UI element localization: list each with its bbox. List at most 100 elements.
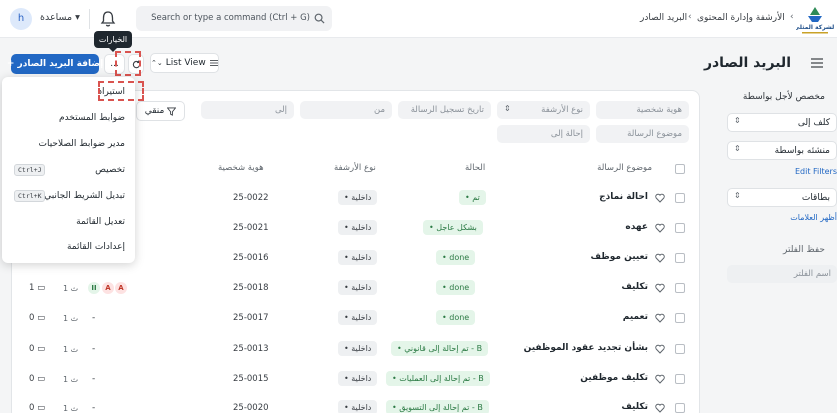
select-arrows-icon: ⇕ [734,116,741,125]
row-title[interactable]: احالة نماذج [599,192,648,202]
from-filter-placeholder: من [373,105,385,115]
identity-filter[interactable]: هوية شخصية [596,101,689,119]
show-tags-link[interactable]: أظهر العلامات [790,213,837,222]
subject-filter[interactable]: موضوع الرسالة [596,125,689,143]
filter-button-label: منقي [144,106,165,116]
company-logo[interactable]: الشركة المثلى [796,4,834,36]
sidebar-toggle-icon[interactable] [811,58,823,68]
row-checkbox[interactable] [675,283,685,293]
edit-filters-link[interactable]: Edit Filters [795,167,837,176]
search-bar[interactable]: Search or type a command (Ctrl + G) [136,6,332,31]
comment-count[interactable]: 1 ▭ [29,283,45,293]
row-checkbox[interactable] [675,374,685,384]
tags-value: بطاقات [801,193,830,203]
breadcrumb-outgoing-mail[interactable]: البريد الصادر [640,13,687,23]
sidebar-assigned-label: مخصص لأجل بواسطة [742,92,825,102]
type-badge: • داخلية [338,400,378,413]
comment-count[interactable]: 0 ▭ [29,374,45,384]
menu-item-user-permissions[interactable]: ضوابط المستخدم [59,113,125,123]
status-badge: • تم إحالة إلى قانوني - B [391,341,489,356]
comment-count-value: 0 [29,403,35,413]
type-badge: • داخلية [338,220,378,235]
row-identity: 25-0022 [233,193,269,203]
comment-icon: ▭ [37,313,46,323]
comment-icon: ▭ [37,374,46,384]
svg-text:الشركة المثلى: الشركة المثلى [796,24,834,31]
date-filter[interactable]: تاريخ تسجيل الرسالة [398,101,491,119]
column-header-subject[interactable]: موضوع الرسالة [597,163,652,173]
from-filter[interactable]: من [300,101,392,119]
heart-icon[interactable] [655,283,665,293]
row-title[interactable]: بشأن تجديد عقود الموظفين [524,343,648,353]
row-assignee-empty: - [92,374,96,384]
comment-count[interactable]: 0 ▭ [29,313,45,323]
user-avatar[interactable]: h [10,8,32,30]
navbar-divider [89,9,90,29]
status-badge: • done [436,310,476,325]
row-modified: 1 ث [63,345,79,354]
row-checkbox[interactable] [675,193,685,203]
sidebar-by-label: بواسطة [742,92,776,102]
heart-icon[interactable] [655,253,665,263]
row-title[interactable]: تكليف [621,402,648,412]
assignee-avatar[interactable]: A [102,282,114,294]
heart-icon[interactable] [655,403,665,413]
row-modified: 1 ث [63,314,79,323]
row-identity: 25-0013 [233,344,269,354]
comment-count[interactable]: 0 ▭ [29,403,45,413]
filter-button[interactable]: منقي [136,101,185,121]
created-by-select[interactable]: منشئه بواسطة ⇕ [727,141,837,160]
heart-icon[interactable] [655,193,665,203]
row-checkbox[interactable] [675,403,685,413]
type-badge: • داخلية [338,310,378,325]
column-header-status[interactable]: الحالة [465,163,485,173]
assigned-to-select[interactable]: كلف إلى ⇕ [727,113,837,132]
row-checkbox[interactable] [675,313,685,323]
menu-item-toggle-sidebar[interactable]: تبديل الشريط الجانبي [44,191,125,201]
row-checkbox[interactable] [675,344,685,354]
row-title[interactable]: تعيين موظف [591,252,648,262]
menu-item-customize[interactable]: تخصيص [95,165,125,175]
select-all-checkbox[interactable] [675,164,685,174]
to-filter[interactable]: إلى [201,101,294,119]
subject-filter-placeholder: موضوع الرسالة [627,129,682,139]
comment-count[interactable]: 0 ▭ [29,344,45,354]
row-modified: 1 ث [63,404,79,413]
column-header-archive-type[interactable]: نوع الأرشفة [334,163,376,173]
select-arrows-icon: ⇕ [504,104,511,113]
assignee-avatar[interactable]: A [115,282,127,294]
breadcrumb-archiving[interactable]: الأرشفة وإدارة المحتوى [697,13,785,23]
tags-select[interactable]: بطاقات ⇕ [727,188,837,207]
assignee-avatar[interactable]: II [88,282,100,294]
select-arrows-icon: ⇕ [734,144,741,153]
archive-type-filter[interactable]: نوع الأرشفة ⇕ [497,101,590,119]
type-badge: • داخلية [338,341,378,356]
status-badge: • done [436,280,476,295]
heart-icon[interactable] [655,374,665,384]
row-title[interactable]: تكليف موظفين [580,373,648,383]
menu-item-edit-list[interactable]: تعديل القائمة [76,217,125,227]
row-title[interactable]: تعميم [623,312,648,322]
shortcut-ctrl-j: Ctrl+J [14,164,46,176]
row-title[interactable]: تكليف [621,282,648,292]
row-modified: 1 ث [63,284,79,293]
heart-icon[interactable] [655,344,665,354]
comment-count-value: 1 [29,283,35,293]
bell-icon[interactable] [100,10,116,28]
created-by-value: منشئه بواسطة [774,146,830,156]
row-checkbox[interactable] [675,223,685,233]
row-identity: 25-0021 [233,223,269,233]
funnel-icon [167,106,177,116]
row-title[interactable]: عهده [625,222,648,232]
heart-icon[interactable] [655,223,665,233]
menu-item-list-settings[interactable]: إعدادات القائمة [67,242,125,252]
column-header-identity[interactable]: هوية شخصية [218,163,264,173]
referred-filter[interactable]: إحالة إلى [497,125,590,143]
menu-item-role-permissions-manager[interactable]: مدير ضوابط الصلاحيات [39,139,126,149]
filter-name-input[interactable]: اسم الفلتر [727,265,837,283]
list-view-button[interactable]: ⌃⌄ List View [150,53,219,73]
row-checkbox[interactable] [675,253,685,263]
help-dropdown[interactable]: مساعدة ▾ [40,12,80,23]
heart-icon[interactable] [655,313,665,323]
add-outgoing-mail-button[interactable]: + إضافة البريد الصادر [7,54,103,74]
